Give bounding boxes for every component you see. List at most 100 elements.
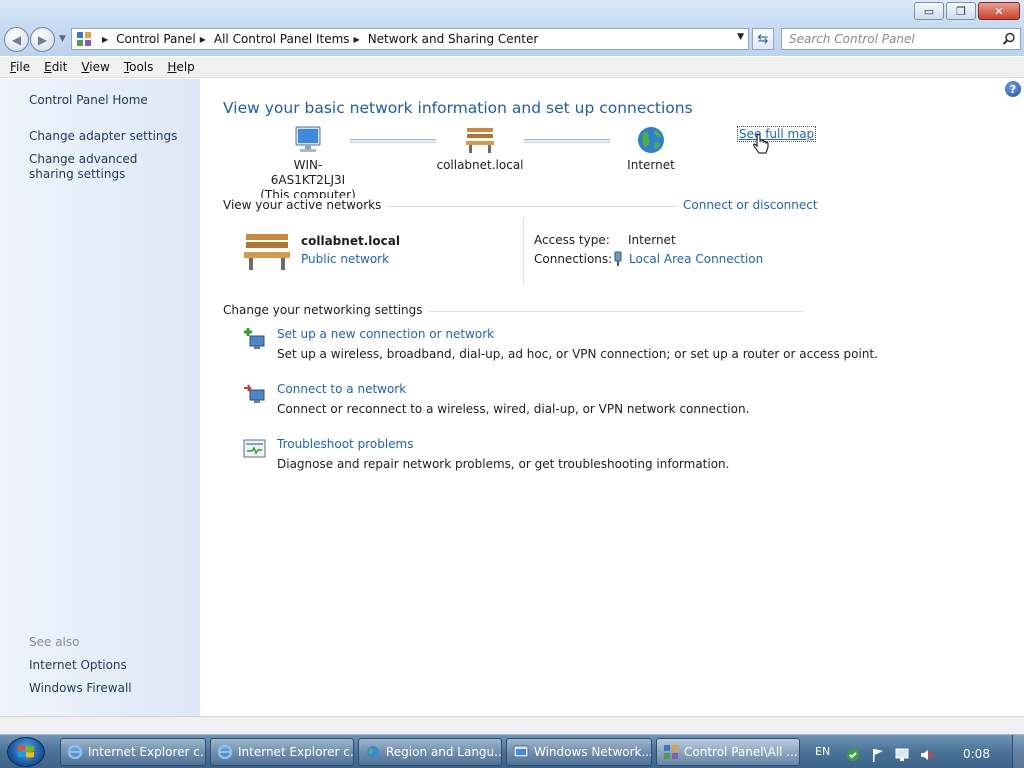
- sidebar-change-advanced-sharing[interactable]: Change advanced sharing settings: [29, 152, 179, 182]
- access-type-label: Access type:: [534, 233, 610, 247]
- map-connector: [524, 139, 610, 143]
- menu-tools[interactable]: Tools: [124, 60, 154, 74]
- menu-bar: File Edit View Tools Help: [0, 57, 1024, 78]
- sidebar-internet-options[interactable]: Internet Options: [29, 658, 189, 673]
- active-networks-vertical-divider: [523, 218, 524, 284]
- troubleshoot-icon: [243, 439, 266, 458]
- sidebar-change-adapter-settings[interactable]: Change adapter settings: [29, 129, 189, 144]
- address-dropdown[interactable]: ▼: [737, 32, 744, 42]
- globe-icon: [367, 746, 379, 758]
- start-button[interactable]: [7, 737, 45, 767]
- taskbar-ie-1[interactable]: Internet Explorer c...: [60, 738, 206, 766]
- connect-network-icon: [244, 384, 265, 403]
- task-connect-network-link[interactable]: Connect to a network: [277, 382, 406, 396]
- back-arrow-icon: ◀: [11, 32, 22, 47]
- computer-icon: [295, 126, 321, 152]
- help-icon[interactable]: ?: [1005, 81, 1021, 97]
- task-connect-network-desc: Connect or reconnect to a wireless, wire…: [277, 402, 750, 416]
- local-area-connection-link[interactable]: Local Area Connection: [629, 252, 763, 266]
- control-panel-icon: [664, 745, 678, 759]
- bench-icon: [244, 234, 290, 270]
- minimize-button[interactable]: ▭: [914, 2, 944, 20]
- breadcrumb-control-panel[interactable]: Control Panel: [116, 32, 196, 46]
- internet-label: Internet: [627, 158, 675, 172]
- connect-disconnect-wrap: Connect or disconnect: [677, 198, 818, 212]
- forward-button[interactable]: ▶: [30, 27, 55, 52]
- maximize-button[interactable]: ❐: [946, 2, 976, 20]
- connect-disconnect-link[interactable]: Connect or disconnect: [683, 198, 818, 212]
- taskbar-control-panel[interactable]: Control Panel\All ...: [656, 738, 800, 766]
- breadcrumb-separator[interactable]: ▶: [200, 35, 206, 44]
- security-shield-icon[interactable]: [845, 747, 861, 763]
- forward-arrow-icon: ▶: [37, 32, 48, 47]
- taskbar-control-panel-label: Control Panel\All ...: [684, 745, 798, 759]
- control-panel-icon: [77, 32, 91, 46]
- search-box[interactable]: [781, 28, 1021, 50]
- taskbar-windows-network-label: Windows Network...: [534, 745, 652, 759]
- connections-label: Connections:: [534, 252, 613, 266]
- active-network-name: collabnet.local: [301, 234, 400, 248]
- search-input[interactable]: [789, 32, 989, 46]
- refresh-icon: ⇆: [757, 31, 769, 47]
- window-buttons: ▭ ❐ ✕: [914, 2, 1020, 20]
- breadcrumb-separator[interactable]: ▶: [354, 35, 360, 44]
- clock[interactable]: 0:08: [963, 747, 990, 761]
- taskbar-region-language[interactable]: Region and Langu...: [358, 738, 502, 766]
- action-center-flag-icon[interactable]: [870, 747, 886, 763]
- menu-file[interactable]: File: [10, 60, 30, 74]
- internet-explorer-icon: [67, 744, 83, 760]
- back-button[interactable]: ◀: [4, 27, 29, 52]
- language-indicator[interactable]: EN: [815, 745, 830, 758]
- menu-view[interactable]: View: [81, 60, 109, 74]
- sidebar: Control Panel Home Change adapter settin…: [0, 79, 200, 716]
- see-also-label: See also: [29, 635, 80, 649]
- network-name: collabnet.local: [436, 158, 524, 172]
- search-icon[interactable]: [1002, 32, 1016, 46]
- network-tray-icon[interactable]: [894, 747, 910, 763]
- window-titlebar: ▭ ❐ ✕: [0, 0, 1024, 24]
- sidebar-windows-firewall[interactable]: Windows Firewall: [29, 681, 189, 696]
- see-full-map-link[interactable]: See full map: [736, 126, 817, 142]
- taskbar-region-language-label: Region and Langu...: [386, 745, 502, 759]
- sidebar-control-panel-home[interactable]: Control Panel Home: [29, 93, 189, 108]
- taskbar-windows-network[interactable]: Windows Network...: [506, 738, 652, 766]
- network-window-icon: [513, 745, 529, 758]
- map-connector: [350, 139, 436, 143]
- new-connection-icon: [244, 328, 265, 349]
- show-desktop-button[interactable]: [1012, 735, 1024, 768]
- breadcrumb-separator[interactable]: ▶: [102, 35, 108, 44]
- page-title: View your basic network information and …: [223, 99, 693, 117]
- access-type-value: Internet: [628, 233, 676, 247]
- connection-plug-icon: [614, 251, 622, 266]
- windows-logo-icon: [18, 745, 34, 758]
- close-button[interactable]: ✕: [978, 2, 1020, 20]
- active-networks-label: View your active networks: [223, 198, 388, 212]
- bench-icon: [466, 128, 494, 153]
- task-setup-connection-desc: Set up a wireless, broadband, dial-up, a…: [277, 347, 878, 361]
- breadcrumb: ▶ Control Panel ▶ All Control Panel Item…: [98, 32, 538, 46]
- breadcrumb-all-items[interactable]: All Control Panel Items: [214, 32, 350, 46]
- computer-name: WIN-6AS1KT2LJ3I: [270, 158, 346, 187]
- taskbar-ie-2-label: Internet Explorer c...: [238, 745, 354, 759]
- map-computer-node[interactable]: WIN-6AS1KT2LJ3I (This computer): [258, 125, 358, 203]
- hand-cursor-icon: [753, 134, 769, 154]
- network-type-link[interactable]: Public network: [301, 252, 389, 266]
- taskbar-ie-1-label: Internet Explorer c...: [88, 745, 206, 759]
- navigation-bar: ◀ ▶ ▼ ▶ Control Panel ▶ All Control Pane…: [0, 24, 1024, 56]
- menu-edit[interactable]: Edit: [44, 60, 67, 74]
- task-troubleshoot-link[interactable]: Troubleshoot problems: [277, 437, 413, 451]
- status-strip: [0, 716, 1024, 734]
- address-bar[interactable]: ▶ Control Panel ▶ All Control Panel Item…: [71, 28, 749, 50]
- menu-help[interactable]: Help: [167, 60, 194, 74]
- refresh-button[interactable]: ⇆: [752, 28, 774, 50]
- settings-label: Change your networking settings: [223, 303, 429, 317]
- internet-explorer-icon: [217, 744, 233, 760]
- recent-pages-dropdown[interactable]: ▼: [59, 34, 66, 44]
- task-troubleshoot-desc: Diagnose and repair network problems, or…: [277, 457, 730, 471]
- taskbar-ie-2[interactable]: Internet Explorer c...: [210, 738, 354, 766]
- volume-muted-icon[interactable]: [919, 747, 935, 763]
- breadcrumb-network-sharing[interactable]: Network and Sharing Center: [368, 32, 539, 46]
- map-network-node[interactable]: collabnet.local: [436, 125, 524, 173]
- task-setup-connection-link[interactable]: Set up a new connection or network: [277, 327, 494, 341]
- map-internet-node[interactable]: Internet: [611, 125, 691, 173]
